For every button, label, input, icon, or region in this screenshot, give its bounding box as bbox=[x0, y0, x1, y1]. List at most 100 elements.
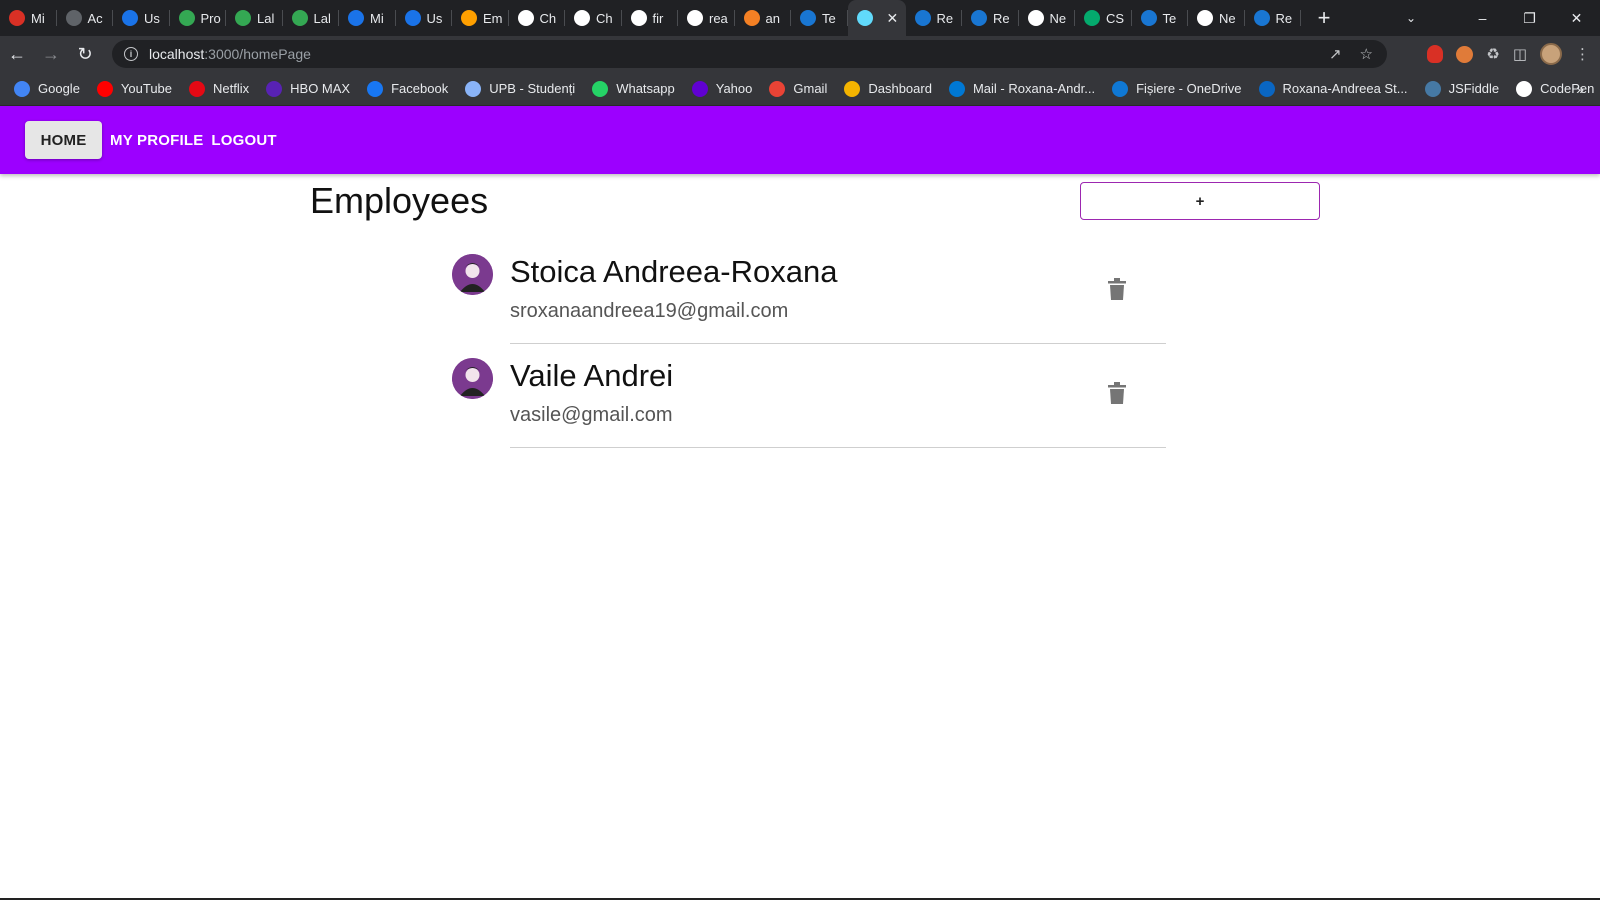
tab-title: Pro bbox=[200, 10, 221, 26]
linkedin-icon bbox=[1258, 80, 1275, 97]
bookmark-item[interactable]: Mail - Roxana-Andr... bbox=[948, 80, 1095, 97]
address-bar[interactable]: i localhost:3000/homePage ↗ ☆ bbox=[112, 40, 1387, 68]
back-arrow-icon[interactable]: ← bbox=[0, 36, 34, 72]
url-path: :3000/homePage bbox=[204, 46, 311, 62]
forward-arrow-icon[interactable]: → bbox=[34, 36, 68, 72]
tab-title: fir bbox=[652, 10, 664, 26]
employee-row[interactable]: Stoica Andreea-Roxana sroxanaandreea19@gm… bbox=[452, 242, 1166, 346]
netflix-icon bbox=[189, 80, 206, 97]
adblock-extension-icon[interactable] bbox=[1427, 45, 1444, 63]
browser-tab[interactable]: Te bbox=[791, 0, 848, 36]
bookmark-item[interactable]: Dashboard bbox=[844, 80, 932, 97]
browser-tab[interactable]: Ne bbox=[1019, 0, 1076, 36]
tab-title: Ch bbox=[539, 10, 557, 26]
browser-tab[interactable]: fir bbox=[622, 0, 679, 36]
tab-search-chevron-icon[interactable]: ⌄ bbox=[1394, 0, 1428, 36]
delete-trash-icon[interactable] bbox=[1108, 382, 1126, 404]
tab-title: Lal bbox=[313, 10, 331, 26]
onedrive-icon bbox=[1112, 80, 1129, 97]
browser-tab[interactable]: Us bbox=[113, 0, 170, 36]
tab-title: Us bbox=[426, 10, 443, 26]
nav-my-profile-button[interactable]: MY PROFILE bbox=[110, 132, 203, 149]
extensions-puzzle-icon[interactable]: ♻ bbox=[1486, 45, 1499, 63]
site-info-icon[interactable]: i bbox=[124, 47, 138, 61]
bookmark-item[interactable]: YouTube bbox=[96, 80, 173, 97]
browser-tab[interactable]: Us bbox=[396, 0, 453, 36]
minimize-icon[interactable]: – bbox=[1459, 10, 1506, 26]
bookmark-item[interactable]: Facebook bbox=[367, 80, 448, 97]
close-window-icon[interactable]: ✕ bbox=[1553, 10, 1600, 27]
browser-tab[interactable]: Ch bbox=[509, 0, 566, 36]
tab-title: Re bbox=[993, 10, 1010, 26]
bookmark-item[interactable]: JSFiddle bbox=[1424, 80, 1499, 97]
browser-tab[interactable]: ✕ bbox=[847, 0, 906, 36]
grid-icon bbox=[348, 10, 364, 26]
browser-tab[interactable]: Mi bbox=[339, 0, 396, 36]
jsfiddle-icon bbox=[1424, 80, 1441, 97]
browser-tab[interactable]: Ac bbox=[57, 0, 114, 36]
employee-name: Vaile Andrei bbox=[510, 358, 674, 393]
browser-tab[interactable]: rea bbox=[678, 0, 735, 36]
bookmark-item[interactable]: Fișiere - OneDrive bbox=[1112, 80, 1242, 97]
window-controls: – ❐ ✕ bbox=[1459, 0, 1600, 36]
bookmark-label: YouTube bbox=[120, 81, 173, 96]
browser-tab[interactable]: Re bbox=[906, 0, 963, 36]
browser-tab[interactable]: Te bbox=[1132, 0, 1189, 36]
browser-tab[interactable]: Re bbox=[1245, 0, 1302, 36]
globe-icon bbox=[65, 10, 82, 26]
cookie-extension-icon[interactable] bbox=[1456, 45, 1474, 63]
tab-title: Mi bbox=[370, 10, 384, 26]
bookmark-star-icon[interactable]: ☆ bbox=[1360, 45, 1373, 63]
facebook-icon bbox=[367, 80, 384, 97]
bookmark-item[interactable]: Whatsapp bbox=[592, 80, 675, 97]
employee-name: Stoica Andreea-Roxana bbox=[510, 254, 838, 289]
w3schools-icon bbox=[1084, 10, 1100, 26]
employee-row[interactable]: Vaile Andrei vasile@gmail.com bbox=[452, 346, 1166, 450]
browser-tab[interactable]: Lal bbox=[226, 0, 283, 36]
bookmarks-overflow-icon[interactable]: » bbox=[1576, 81, 1584, 97]
bookmark-item[interactable]: HBO MAX bbox=[266, 80, 350, 97]
browser-tab[interactable]: Pro bbox=[170, 0, 227, 36]
add-employee-button[interactable]: + bbox=[1080, 182, 1320, 220]
browser-tab[interactable]: Mi bbox=[0, 0, 57, 36]
codepen-icon bbox=[1516, 80, 1533, 97]
employee-list: Stoica Andreea-Roxana sroxanaandreea19@gm… bbox=[452, 242, 1166, 450]
nav-home-button[interactable]: HOME bbox=[25, 121, 102, 159]
browser-tab[interactable]: CS bbox=[1075, 0, 1132, 36]
delete-trash-icon[interactable] bbox=[1108, 278, 1126, 300]
bookmark-label: Whatsapp bbox=[616, 81, 675, 96]
profile-avatar-icon[interactable] bbox=[1540, 43, 1562, 65]
bookmark-item[interactable]: Roxana-Andreea St... bbox=[1258, 80, 1408, 97]
tab-title: Te bbox=[1162, 10, 1177, 26]
url-host: localhost bbox=[149, 46, 205, 62]
bookmark-item[interactable]: Gmail bbox=[769, 80, 827, 97]
bookmark-item[interactable]: UPB - Studenți bbox=[465, 80, 576, 97]
browser-tab[interactable]: Lal bbox=[283, 0, 340, 36]
tab-title: Us bbox=[144, 10, 160, 26]
browser-tab[interactable]: Ne bbox=[1188, 0, 1245, 36]
bookmark-item[interactable]: Yahoo bbox=[691, 80, 752, 97]
side-panel-icon[interactable]: ◫ bbox=[1513, 45, 1527, 63]
menu-kebab-icon[interactable]: ⋮ bbox=[1575, 45, 1590, 63]
bookmark-item[interactable]: Netflix bbox=[189, 80, 250, 97]
upb-icon bbox=[465, 80, 482, 97]
bookmark-item[interactable]: Google bbox=[14, 80, 80, 97]
new-tab-button[interactable]: + bbox=[1307, 0, 1341, 36]
tab-title: Ne bbox=[1219, 10, 1236, 26]
employee-email: sroxanaandreea19@gmail.com bbox=[510, 300, 789, 322]
document-icon bbox=[291, 10, 308, 26]
share-icon[interactable]: ↗ bbox=[1329, 45, 1342, 63]
restore-icon[interactable]: ❐ bbox=[1506, 10, 1553, 27]
tab-title: Lal bbox=[257, 10, 275, 26]
browser-tab[interactable]: Ch bbox=[565, 0, 622, 36]
browser-tab[interactable]: Em bbox=[452, 0, 509, 36]
nav-logout-button[interactable]: LOGOUT bbox=[211, 132, 276, 149]
tab-title: CS bbox=[1106, 10, 1125, 26]
bookmark-label: UPB - Studenți bbox=[489, 81, 576, 96]
github-icon bbox=[1027, 10, 1044, 26]
browser-tab[interactable]: Re bbox=[962, 0, 1019, 36]
close-tab-icon[interactable]: ✕ bbox=[887, 10, 899, 27]
bookmark-label: Netflix bbox=[213, 81, 250, 96]
browser-tab[interactable]: an bbox=[735, 0, 792, 36]
reload-icon[interactable]: ↻ bbox=[68, 36, 102, 72]
